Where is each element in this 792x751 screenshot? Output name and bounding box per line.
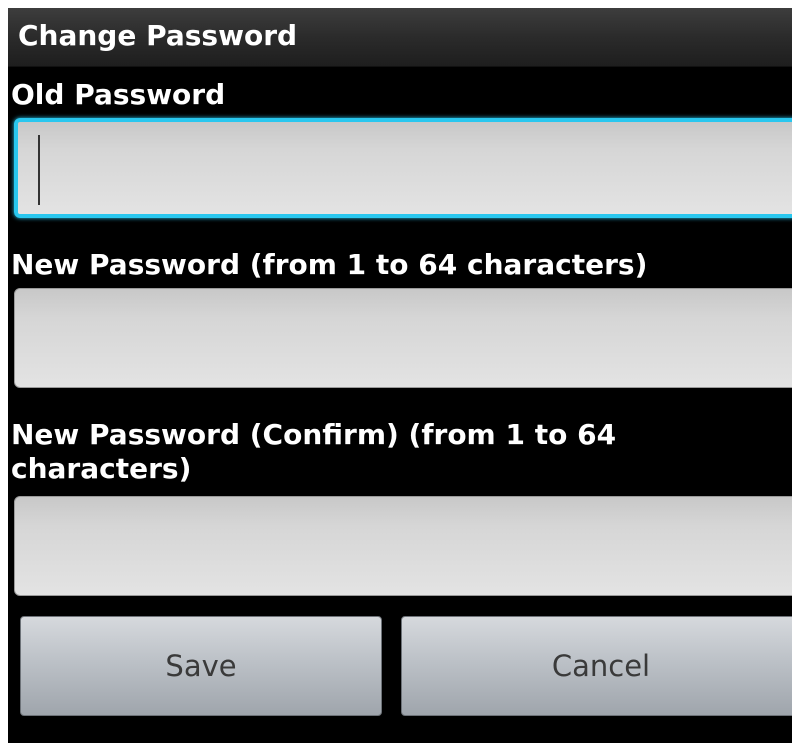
confirm-password-field[interactable] [14,496,792,596]
change-password-dialog: Change Password Old Password New Passwor… [8,8,792,743]
old-password-label: Old Password [11,78,226,111]
save-button[interactable]: Save [20,616,382,716]
dialog-title: Change Password [18,19,298,52]
cancel-button[interactable]: Cancel [401,616,792,716]
dialog-title-bar: Change Password [8,8,792,67]
new-password-label: New Password (from 1 to 64 characters) [11,248,648,281]
old-password-field[interactable] [14,118,792,218]
text-cursor [38,135,40,205]
confirm-password-label: New Password (Confirm) (from 1 to 64 cha… [11,418,617,485]
new-password-field[interactable] [14,288,792,388]
